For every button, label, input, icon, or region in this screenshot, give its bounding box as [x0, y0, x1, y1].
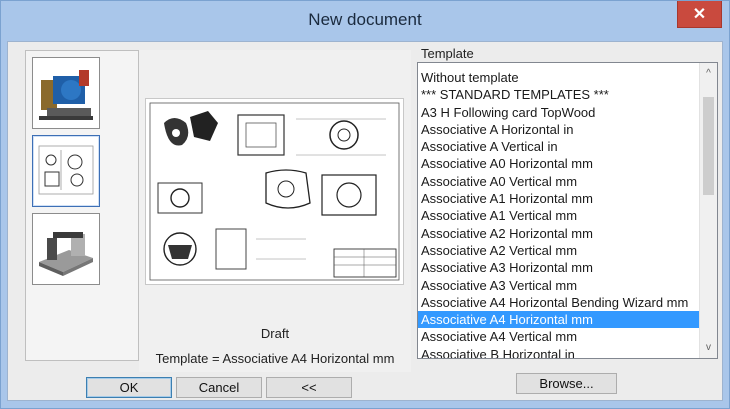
- template-label: Template: [421, 46, 474, 61]
- preview-panel: Draft Template = Associative A4 Horizont…: [139, 50, 411, 372]
- thumbnail-3d-part[interactable]: [32, 213, 100, 285]
- template-list-item[interactable]: Associative A1 Horizontal mm: [418, 190, 700, 207]
- scroll-thumb[interactable]: [703, 97, 714, 195]
- template-list-item[interactable]: Associative A3 Horizontal mm: [418, 259, 700, 276]
- template-list-item[interactable]: Associative A0 Vertical mm: [418, 173, 700, 190]
- template-scrollbar[interactable]: ^ v: [699, 63, 717, 358]
- browse-button[interactable]: Browse...: [516, 373, 617, 394]
- drawing-preview-image: [145, 98, 404, 285]
- machine-3d-icon: [39, 70, 93, 120]
- part-3d-icon: [39, 232, 93, 276]
- scroll-up-arrow-icon[interactable]: ^: [700, 65, 717, 82]
- title-bar[interactable]: New document ✕: [1, 1, 729, 41]
- new-document-dialog: New document ✕ Draft Template = Associat…: [0, 0, 730, 409]
- template-list-item[interactable]: A3 H Following card TopWood: [418, 104, 700, 121]
- thumbnail-draft[interactable]: [32, 135, 100, 207]
- template-list-item[interactable]: Associative A2 Vertical mm: [418, 242, 700, 259]
- template-list-item[interactable]: Without template: [418, 69, 700, 86]
- template-list-item[interactable]: Associative A4 Vertical mm: [418, 328, 700, 345]
- template-list-item[interactable]: Associative A2 Horizontal mm: [418, 225, 700, 242]
- close-button[interactable]: ✕: [677, 1, 722, 28]
- technical-drawing-icon: [149, 102, 400, 281]
- thumbnail-3d-assembly[interactable]: [32, 57, 100, 129]
- collapse-button[interactable]: <<: [266, 377, 352, 398]
- template-list-item[interactable]: Associative A1 Vertical mm: [418, 207, 700, 224]
- preview-document-type: Draft: [260, 326, 290, 341]
- template-list-item[interactable]: Associative B Horizontal in: [418, 346, 700, 358]
- template-list-item[interactable]: Associative A4 Horizontal Bending Wizard…: [418, 294, 700, 311]
- template-list-item[interactable]: Associative A3 Vertical mm: [418, 277, 700, 294]
- template-list-item[interactable]: Associative A Vertical in: [418, 138, 700, 155]
- preview-template-name: Template = Associative A4 Horizontal mm: [155, 351, 395, 366]
- template-list-item[interactable]: *** STANDARD TEMPLATES ***: [418, 86, 700, 103]
- template-list-items: Without template *** STANDARD TEMPLATES *…: [418, 69, 700, 358]
- dialog-body: Draft Template = Associative A4 Horizont…: [7, 41, 723, 401]
- cancel-button[interactable]: Cancel: [176, 377, 262, 398]
- template-list-item[interactable]: Associative A Horizontal in: [418, 121, 700, 138]
- document-type-thumbnails: [25, 50, 139, 361]
- ok-button[interactable]: OK: [86, 377, 172, 398]
- window-title: New document: [308, 10, 422, 29]
- template-list-item[interactable]: Associative A0 Horizontal mm: [418, 155, 700, 172]
- template-list-item[interactable]: Associative A4 Horizontal mm: [418, 311, 700, 329]
- draft-drawing-icon: [38, 145, 94, 195]
- template-listbox[interactable]: Without template *** STANDARD TEMPLATES *…: [417, 62, 718, 359]
- scroll-down-arrow-icon[interactable]: v: [700, 339, 717, 356]
